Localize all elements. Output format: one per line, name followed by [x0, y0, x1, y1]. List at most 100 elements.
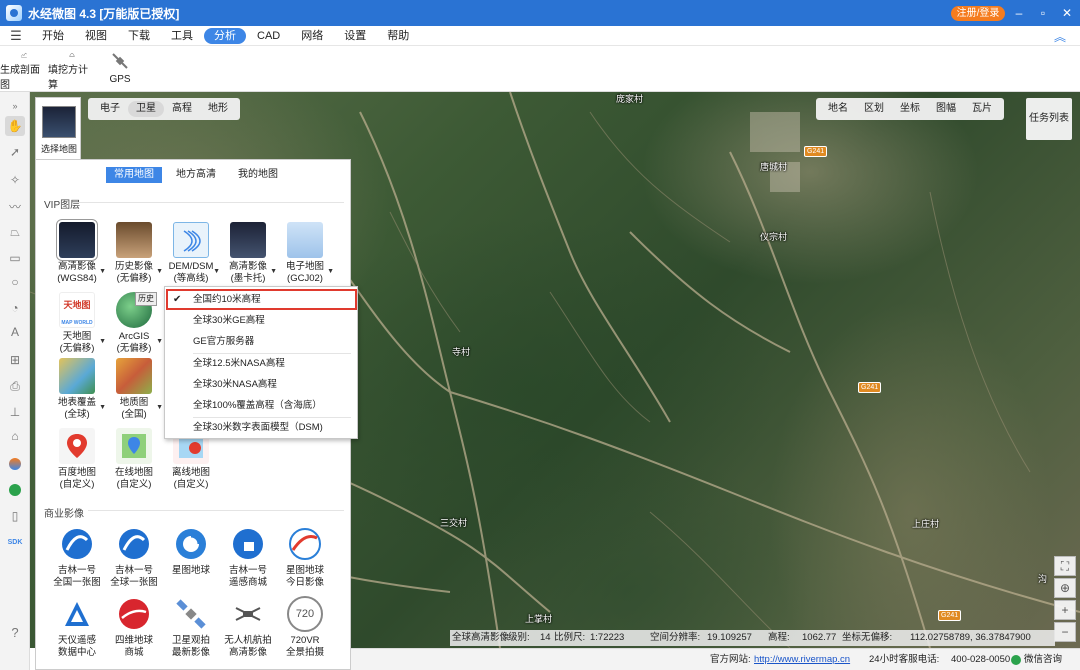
menu-view[interactable]: 视图 [75, 28, 117, 44]
locate-icon[interactable]: ⊕ [1054, 578, 1076, 598]
tab-my-maps[interactable]: 我的地图 [230, 167, 286, 183]
menu-tools[interactable]: 工具 [161, 28, 203, 44]
tile-tianditu[interactable]: 天地图 MAP WORLD 天地图 (无偏移) ▼ [48, 292, 106, 355]
task-list-button[interactable]: 任务列表 [1026, 98, 1072, 140]
tab-common-maps[interactable]: 常用地图 [106, 167, 162, 183]
tile-electronic-gcj02[interactable]: 电子地图 (GCJ02) ▼ [276, 222, 334, 285]
ruler-icon[interactable]: ⊥ [5, 402, 25, 422]
sdk-label[interactable]: SDK [5, 532, 25, 552]
tile-geovis-earth[interactable]: 星图地球 [162, 526, 220, 577]
tab-electronic[interactable]: 电子 [92, 101, 128, 117]
select-arrow-icon[interactable]: ➚ [5, 142, 25, 162]
zoom-out-button[interactable]: − [1054, 622, 1076, 642]
tile-baidu[interactable]: 百度地图 (自定义) [48, 428, 106, 491]
tab-coordinates[interactable]: 坐标 [892, 101, 928, 117]
tab-elevation[interactable]: 高程 [164, 101, 200, 117]
tile-geovis-today[interactable]: 星图地球 今日影像 [276, 526, 334, 589]
tab-satellite[interactable]: 卫星 [128, 101, 164, 117]
globe-color-icon[interactable] [5, 454, 25, 474]
dropdown-item-dsm-30m[interactable]: 全球30米数字表面模型（DSM) [165, 418, 357, 438]
tile-geology[interactable]: 地质图 (全国) ▼ [105, 358, 163, 421]
tab-sheets[interactable]: 图幅 [928, 101, 964, 117]
tile-history[interactable]: 历史影像 (无偏移) ▼ [105, 222, 163, 285]
tile-jilin-national[interactable]: 吉林一号 全国一张图 [48, 526, 106, 589]
tile-jilin-store[interactable]: 吉林一号 遥感商城 [219, 526, 277, 589]
dropdown-item-ge-server[interactable]: GE官方服务器 [165, 332, 357, 352]
zoom-in-button[interactable]: + [1054, 600, 1076, 620]
polygon-icon[interactable]: ⏢ [5, 222, 25, 242]
sector-icon[interactable]: ◔ [5, 298, 25, 318]
menu-download[interactable]: 下载 [118, 28, 160, 44]
download-area-icon[interactable]: ⊞ [5, 350, 25, 370]
dropdown-item-nasa-30m[interactable]: 全球30米NASA高程 [165, 375, 357, 395]
tile-sub: (无偏移) [116, 343, 152, 354]
menu-settings[interactable]: 设置 [334, 28, 376, 44]
tab-regions[interactable]: 区划 [856, 101, 892, 117]
dropdown-item-global-100[interactable]: 全球100%覆盖高程（含海底） [165, 396, 357, 416]
polyline-icon[interactable]: 〰 [5, 196, 25, 216]
login-button[interactable]: 注册/登录 [951, 6, 1005, 21]
menu-network[interactable]: 网络 [291, 28, 333, 44]
tile-land-cover[interactable]: 地表覆盖 (全球) ▼ [48, 358, 106, 421]
tab-place-names[interactable]: 地名 [820, 101, 856, 117]
tile-hd-wgs84[interactable]: 高清影像 (WGS84) ▼ [48, 219, 106, 285]
map-pin-icon [59, 428, 95, 464]
tile-siwei[interactable]: 四维地球 商城 [105, 596, 163, 659]
tab-terrain[interactable]: 地形 [200, 101, 236, 117]
gps-button[interactable]: GPS [96, 46, 144, 91]
circle-icon[interactable]: ○ [5, 272, 25, 292]
dropdown-item-national-10m[interactable]: ✔ 全国约10米高程 [165, 290, 357, 310]
menu-help[interactable]: 帮助 [377, 28, 419, 44]
section-commercial: 商业影像 [44, 509, 84, 520]
status-source: 全球高清影像 [452, 632, 510, 643]
rectangle-icon[interactable]: ▭ [5, 248, 25, 268]
tile-dem[interactable]: DEM/DSM (等高线) ▼ [162, 222, 220, 285]
tile-arcgis[interactable]: ArcGIS (无偏移) ▼ 历史 [105, 292, 163, 355]
chevron-down-icon[interactable]: ▼ [327, 266, 334, 278]
menu-cad[interactable]: CAD [247, 28, 290, 44]
maximize-button[interactable]: ▫ [1034, 4, 1052, 22]
tile-online[interactable]: 在线地图 (自定义) [105, 428, 163, 491]
tile-tianyi[interactable]: 天仪遥感 数据中心 [48, 596, 106, 659]
contour-icon [173, 222, 209, 258]
place-label: 仪宗村 [760, 232, 788, 242]
menu-start[interactable]: 开始 [32, 28, 74, 44]
tab-tiles[interactable]: 瓦片 [964, 101, 1000, 117]
print-icon[interactable]: ⎙ [5, 376, 25, 396]
tab-local-hd[interactable]: 地方高清 [168, 167, 224, 183]
dropdown-item-nasa-12-5m[interactable]: 全球12.5米NASA高程 [165, 354, 357, 374]
place-label: 庞家村 [616, 94, 644, 104]
cut-fill-button[interactable]: 填挖方计算 [48, 46, 96, 91]
profile-button[interactable]: 生成剖面图 [0, 46, 48, 91]
status-level: 14 [540, 632, 551, 643]
close-button[interactable]: ✕ [1058, 4, 1076, 22]
help-icon[interactable]: ? [5, 622, 25, 642]
link-icon[interactable] [5, 480, 25, 500]
tile-720vr[interactable]: 720 720VR 全景拍摄 [276, 596, 334, 659]
wechat-link[interactable]: 微信咨询 [1024, 649, 1062, 670]
dropdown-item-global-30m-ge[interactable]: 全球30米GE高程 [165, 311, 357, 331]
tile-label: 高清影像 [57, 261, 96, 272]
chevron-down-icon[interactable]: ▼ [156, 336, 163, 348]
chevron-down-icon[interactable]: ▼ [156, 402, 163, 414]
minimize-button[interactable]: – [1010, 4, 1028, 22]
title-bar: 水经微图 4.3 [万能版已授权] 注册/登录 – ▫ ✕ [0, 0, 1080, 26]
hamburger-menu-icon[interactable]: ☰ [0, 28, 32, 44]
pan-hand-icon[interactable]: ✋ [5, 116, 25, 136]
measure-icon[interactable]: ⌂ [5, 426, 25, 446]
tile-jilin-global[interactable]: 吉林一号 全球一张图 [105, 526, 163, 589]
marker-icon[interactable]: ✧ [5, 170, 25, 190]
phone-icon[interactable]: ▯ [5, 506, 25, 526]
tile-satellite-shot[interactable]: 卫星观拍 最新影像 [162, 596, 220, 659]
text-icon[interactable]: A [5, 322, 25, 342]
site-link[interactable]: http://www.rivermap.cn [754, 649, 850, 670]
profile-label: 生成剖面图 [0, 65, 40, 91]
tile-drone[interactable]: 无人机航拍 高清影像 [219, 596, 277, 659]
fullscreen-icon[interactable]: ⛶ [1054, 556, 1076, 576]
select-map-button[interactable]: 选择地图 [35, 97, 81, 159]
cut-fill-icon [69, 53, 75, 57]
tile-hd-mercator[interactable]: 高清影像 (墨卡托) ▼ [219, 222, 277, 285]
collapse-ribbon-icon[interactable]: ︽ [1054, 28, 1066, 45]
expand-icon[interactable]: » [5, 96, 25, 116]
menu-analysis[interactable]: 分析 [204, 27, 246, 44]
